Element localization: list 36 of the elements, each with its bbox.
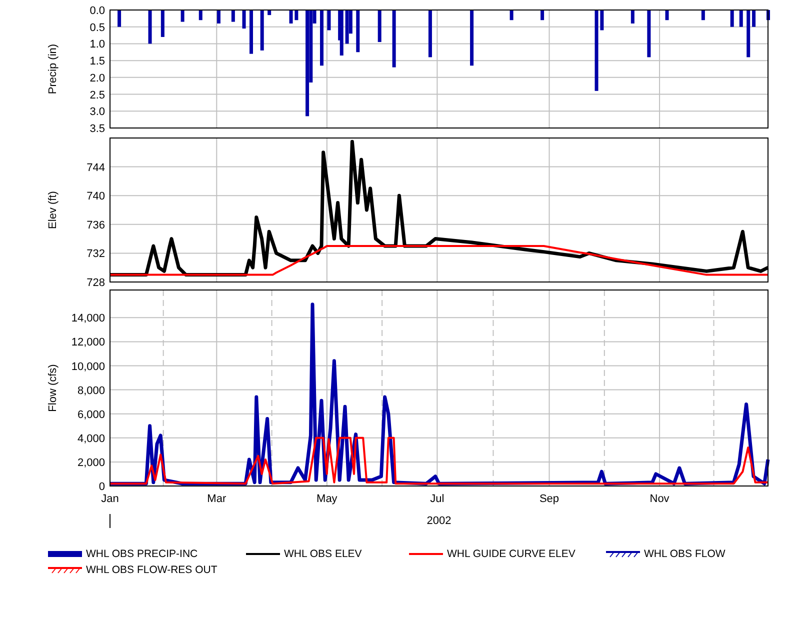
legend-label: WHL OBS FLOW bbox=[644, 548, 726, 560]
x-tick-label: May bbox=[316, 493, 338, 505]
y-tick-label: 2,000 bbox=[77, 456, 105, 469]
legend-label: WHL OBS PRECIP-INC bbox=[86, 548, 198, 560]
legend-label: WHL OBS ELEV bbox=[284, 548, 362, 560]
x-tick-label: Jan bbox=[101, 493, 119, 505]
y-tick-label: 740 bbox=[86, 190, 105, 203]
y-tick-label: 6,000 bbox=[77, 408, 105, 421]
legend-label: WHL OBS FLOW-RES OUT bbox=[86, 564, 218, 576]
y-tick-label: 2.0 bbox=[90, 72, 105, 84]
x-tick-label: Nov bbox=[650, 493, 670, 505]
y-tick-label: 732 bbox=[86, 248, 105, 260]
y-tick-label: 0.0 bbox=[90, 5, 105, 17]
axis-title: Flow (cfs) bbox=[47, 364, 59, 412]
y-tick-label: 1.5 bbox=[90, 56, 105, 68]
legend-label: WHL GUIDE CURVE ELEV bbox=[447, 548, 576, 560]
y-tick-label: 2.5 bbox=[90, 89, 105, 102]
y-tick-label: 10,000 bbox=[71, 360, 105, 373]
x-axis-title: 2002 bbox=[426, 515, 452, 527]
x-tick-label: Jul bbox=[430, 493, 444, 505]
y-tick-label: 0 bbox=[98, 481, 105, 493]
x-tick-label: Mar bbox=[207, 493, 226, 505]
x-tick-label: Sep bbox=[539, 493, 560, 505]
y-tick-label: 4,000 bbox=[77, 432, 105, 445]
y-tick-label: 12,000 bbox=[71, 336, 105, 349]
y-tick-label: 736 bbox=[86, 219, 105, 232]
y-tick-label: 14,000 bbox=[71, 312, 105, 325]
y-tick-label: 3.0 bbox=[90, 106, 105, 118]
axis-title: Elev (ft) bbox=[47, 191, 59, 229]
axis-title: Precip (in) bbox=[47, 44, 59, 94]
y-tick-label: 8,000 bbox=[77, 384, 105, 397]
y-tick-label: 1.0 bbox=[90, 38, 105, 51]
y-tick-label: 0.5 bbox=[90, 22, 105, 34]
y-tick-label: 728 bbox=[86, 277, 105, 288]
y-tick-label: 3.5 bbox=[90, 123, 105, 134]
y-tick-label: 744 bbox=[86, 162, 105, 174]
